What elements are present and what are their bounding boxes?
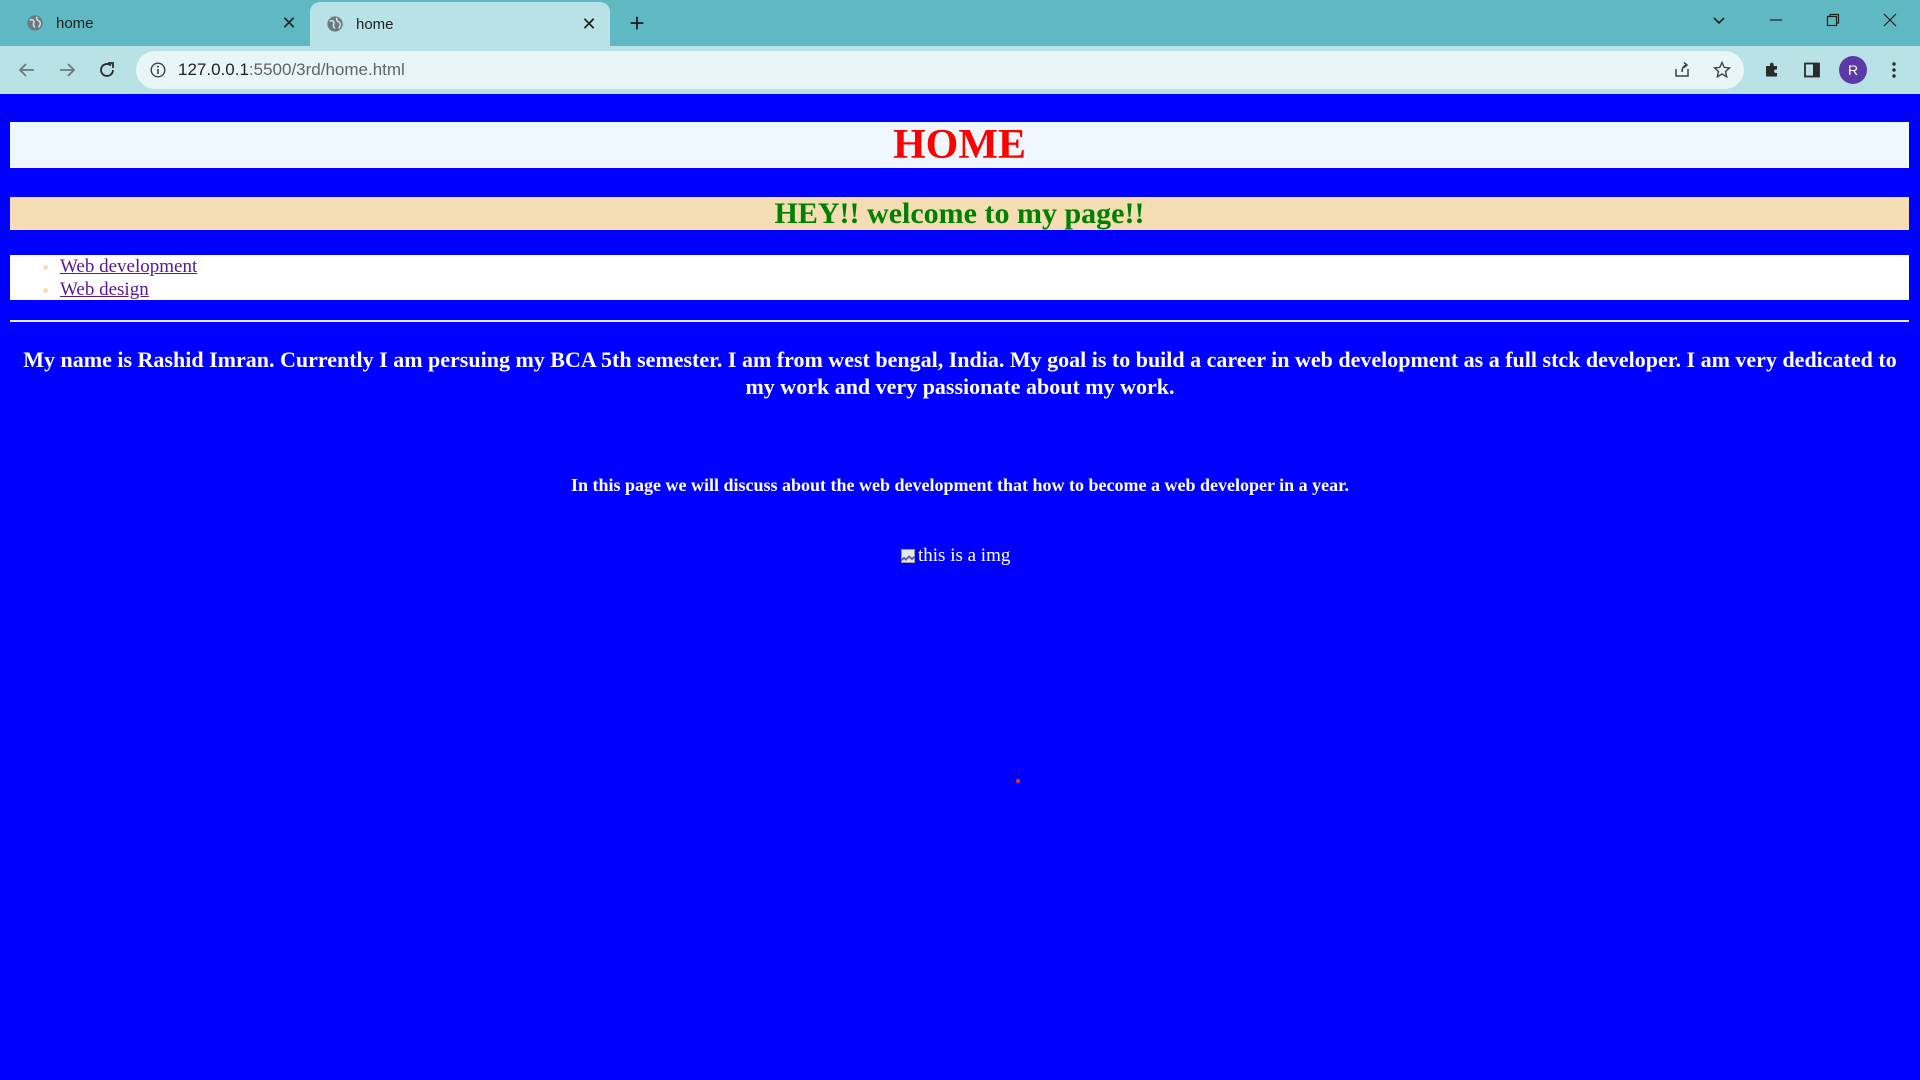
browser-tab-1[interactable]: home ✕: [10, 0, 310, 46]
globe-icon: [27, 15, 43, 31]
forward-button[interactable]: [51, 54, 83, 86]
profile-avatar[interactable]: R: [1839, 56, 1867, 84]
reload-icon: [100, 62, 114, 77]
globe-icon: [327, 16, 343, 32]
restore-icon: [1826, 13, 1840, 27]
close-tab-icon[interactable]: ✕: [278, 12, 300, 34]
tab-title: home: [356, 15, 394, 33]
browser-toolbar: 127.0.0.1:5500/3rd/home.html: [0, 46, 1920, 94]
welcome-heading: HEY!! welcome to my page!!: [10, 197, 1909, 230]
puzzle-icon: [1766, 62, 1777, 77]
address-bar[interactable]: 127.0.0.1:5500/3rd/home.html: [136, 51, 1744, 89]
side-panel-icon: [1804, 62, 1820, 78]
cursor-dot: [1016, 779, 1020, 783]
arrow-right-icon: [60, 63, 76, 77]
web-development-link[interactable]: Web development: [60, 256, 197, 277]
menu-button[interactable]: [1879, 55, 1909, 85]
more-vertical-icon: [1892, 62, 1896, 78]
nav-link-list: Web development Web design: [10, 255, 1909, 300]
back-button[interactable]: [11, 54, 43, 86]
extensions-button[interactable]: [1757, 55, 1787, 85]
about-paragraph: My name is Rashid Imran. Currently I am …: [23, 347, 1897, 399]
arrow-left-icon: [18, 63, 34, 77]
list-item: Web development: [60, 255, 1909, 278]
new-tab-button[interactable]: +: [622, 8, 652, 38]
url-host: 127.0.0.1: [178, 60, 249, 79]
image-alt-text: this is a img: [918, 545, 1011, 566]
close-window-button[interactable]: [1862, 0, 1918, 40]
browser-tab-2[interactable]: home ✕: [310, 2, 610, 46]
chevron-down-icon: [1713, 17, 1725, 25]
restore-button[interactable]: [1805, 0, 1861, 40]
tab-search-button[interactable]: [1691, 0, 1747, 40]
url-path: :5500/3rd/home.html: [248, 60, 405, 79]
star-icon: [1713, 61, 1731, 79]
close-tab-icon[interactable]: ✕: [578, 13, 600, 35]
page-viewport: HOME HEY!! welcome to my page!! Web deve…: [0, 94, 1920, 1080]
minimize-icon: [1770, 19, 1782, 21]
divider: [10, 320, 1909, 322]
share-icon: [1675, 61, 1689, 77]
share-button[interactable]: [1667, 55, 1697, 85]
tab-strip: home ✕ home ✕ +: [0, 0, 1920, 46]
web-design-link[interactable]: Web design: [60, 279, 149, 300]
broken-image-icon: [901, 549, 915, 563]
info-icon[interactable]: [150, 62, 166, 78]
minimize-button[interactable]: [1748, 0, 1804, 40]
tab-title: home: [56, 14, 94, 32]
bookmark-button[interactable]: [1707, 55, 1737, 85]
reload-button[interactable]: [91, 54, 123, 86]
close-icon: [1883, 13, 1897, 27]
discuss-paragraph: In this page we will discuss about the w…: [570, 475, 1349, 495]
broken-image: this is a img: [900, 544, 1010, 568]
list-item: Web design: [60, 278, 1909, 301]
side-panel-button[interactable]: [1797, 55, 1827, 85]
page-title: HOME: [10, 122, 1909, 168]
url-text: 127.0.0.1:5500/3rd/home.html: [178, 60, 405, 80]
